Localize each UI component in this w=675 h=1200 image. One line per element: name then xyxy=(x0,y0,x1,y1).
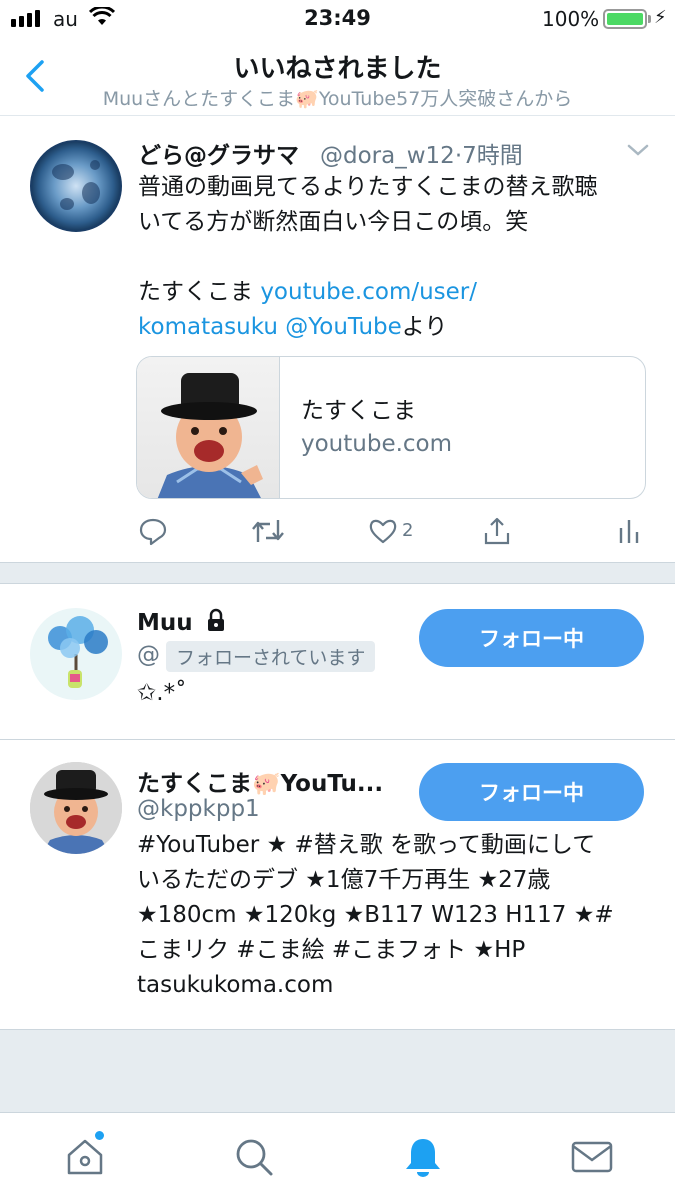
notifications-icon[interactable] xyxy=(401,1135,445,1179)
tweet-handle-text: @dora_w12 xyxy=(320,143,455,169)
home-icon[interactable] xyxy=(63,1135,107,1179)
tweet-avatar[interactable] xyxy=(30,140,122,232)
user-avatar-tasukukoma[interactable] xyxy=(30,762,122,854)
person-with-top-hat-image xyxy=(157,373,263,498)
card-thumbnail xyxy=(137,357,280,498)
tweet-text-prefix: たすくこま xyxy=(138,279,261,305)
tweet-time: ·7時間 xyxy=(454,143,523,169)
user-avatar-muu[interactable] xyxy=(30,608,122,700)
tweet-author-handle: @dora_w12·7時間 xyxy=(320,136,523,170)
retweet-icon[interactable] xyxy=(250,516,286,546)
like-count: 2 xyxy=(402,520,414,541)
analytics-icon[interactable] xyxy=(616,516,642,546)
status-bar: au 23:49 100% ⚡ xyxy=(0,0,675,38)
tweet-author-name[interactable]: どら@グラサマ xyxy=(138,136,299,170)
tweet-text-line: いてる方が断然面白い今日この頃。笑 xyxy=(138,209,529,235)
tweet-text: 普通の動画見てるよりたすくこまの替え歌聴 いてる方が断然面白い今日この頃。笑 た… xyxy=(138,170,658,345)
battery-icon xyxy=(603,9,647,29)
tweet-actions: 2 xyxy=(0,516,675,552)
chevron-down-icon[interactable] xyxy=(626,142,650,158)
user-bio: ✩.*˚ xyxy=(137,680,187,706)
user-row-muu[interactable]: Muu @ フォローされています フォロー中 ✩.*˚ xyxy=(0,584,675,740)
card-title: たすくこま xyxy=(301,398,416,424)
user-name[interactable]: たすくこま🐖YouTu... xyxy=(137,764,383,798)
share-icon[interactable] xyxy=(482,516,512,546)
battery-fill xyxy=(607,13,643,25)
following-button[interactable]: フォロー中 xyxy=(419,763,644,821)
messages-icon[interactable] xyxy=(570,1135,614,1179)
user-handle: @ xyxy=(137,642,160,668)
card-domain: youtube.com xyxy=(301,431,453,457)
link-card[interactable]: たすくこま youtube.com xyxy=(136,356,646,499)
bio-line: いるただのデブ ★1億7千万再生 ★27歳 xyxy=(137,867,551,893)
user-row-tasukukoma[interactable]: たすくこま🐖YouTu... @kppkpp1 フォロー中 #YouTuber … xyxy=(0,740,675,1030)
follows-you-badge: フォローされています xyxy=(166,641,376,672)
user-handle: @kppkpp1 xyxy=(137,796,260,822)
bio-link[interactable]: tasukukoma.com xyxy=(137,968,657,1003)
battery-percent: 100% xyxy=(542,7,600,31)
bio-line: こまリク #こま絵 #こまフォト ★HP xyxy=(137,937,526,963)
reply-icon[interactable] xyxy=(138,516,168,546)
tweet-text-line: 普通の動画見てるよりたすくこまの替え歌聴 xyxy=(138,174,598,200)
lock-icon xyxy=(207,608,224,631)
section-separator xyxy=(0,562,675,584)
tweet-mention[interactable]: @YouTube xyxy=(285,314,402,340)
user-name-text: Muu xyxy=(137,610,193,636)
page-title: いいねされました xyxy=(233,54,442,84)
charging-icon: ⚡ xyxy=(654,7,667,28)
empty-area xyxy=(0,1030,675,1112)
battery-tip xyxy=(648,15,651,23)
page-subtitle: Muuさんとたすくこま🐖YouTube57万人突破さんから xyxy=(102,88,573,110)
bio-line: ★180cm ★120kg ★B117 W123 H117 ★# xyxy=(137,902,614,928)
heart-icon[interactable] xyxy=(368,516,398,546)
new-content-dot xyxy=(95,1131,104,1140)
tab-bar xyxy=(0,1112,675,1200)
search-icon[interactable] xyxy=(232,1135,276,1179)
liked-tweet[interactable]: どら@グラサマ @dora_w12·7時間 普通の動画見てるよりたすくこまの替え… xyxy=(0,116,675,562)
nav-header: いいねされました Muuさんとたすくこま🐖YouTube57万人突破さんから xyxy=(0,38,675,116)
tweet-text-suffix: より xyxy=(401,314,448,340)
following-button[interactable]: フォロー中 xyxy=(419,609,644,667)
user-bio: #YouTuber ★ #替え歌 を歌って動画にして いるただのデブ ★1億7千… xyxy=(137,828,657,1003)
bio-line: #YouTuber ★ #替え歌 を歌って動画にして xyxy=(137,832,596,858)
tweet-link[interactable]: youtube.com/user/ xyxy=(260,279,477,305)
user-name[interactable]: Muu xyxy=(137,608,227,636)
tweet-link-cont[interactable]: komatasuku xyxy=(138,314,278,340)
